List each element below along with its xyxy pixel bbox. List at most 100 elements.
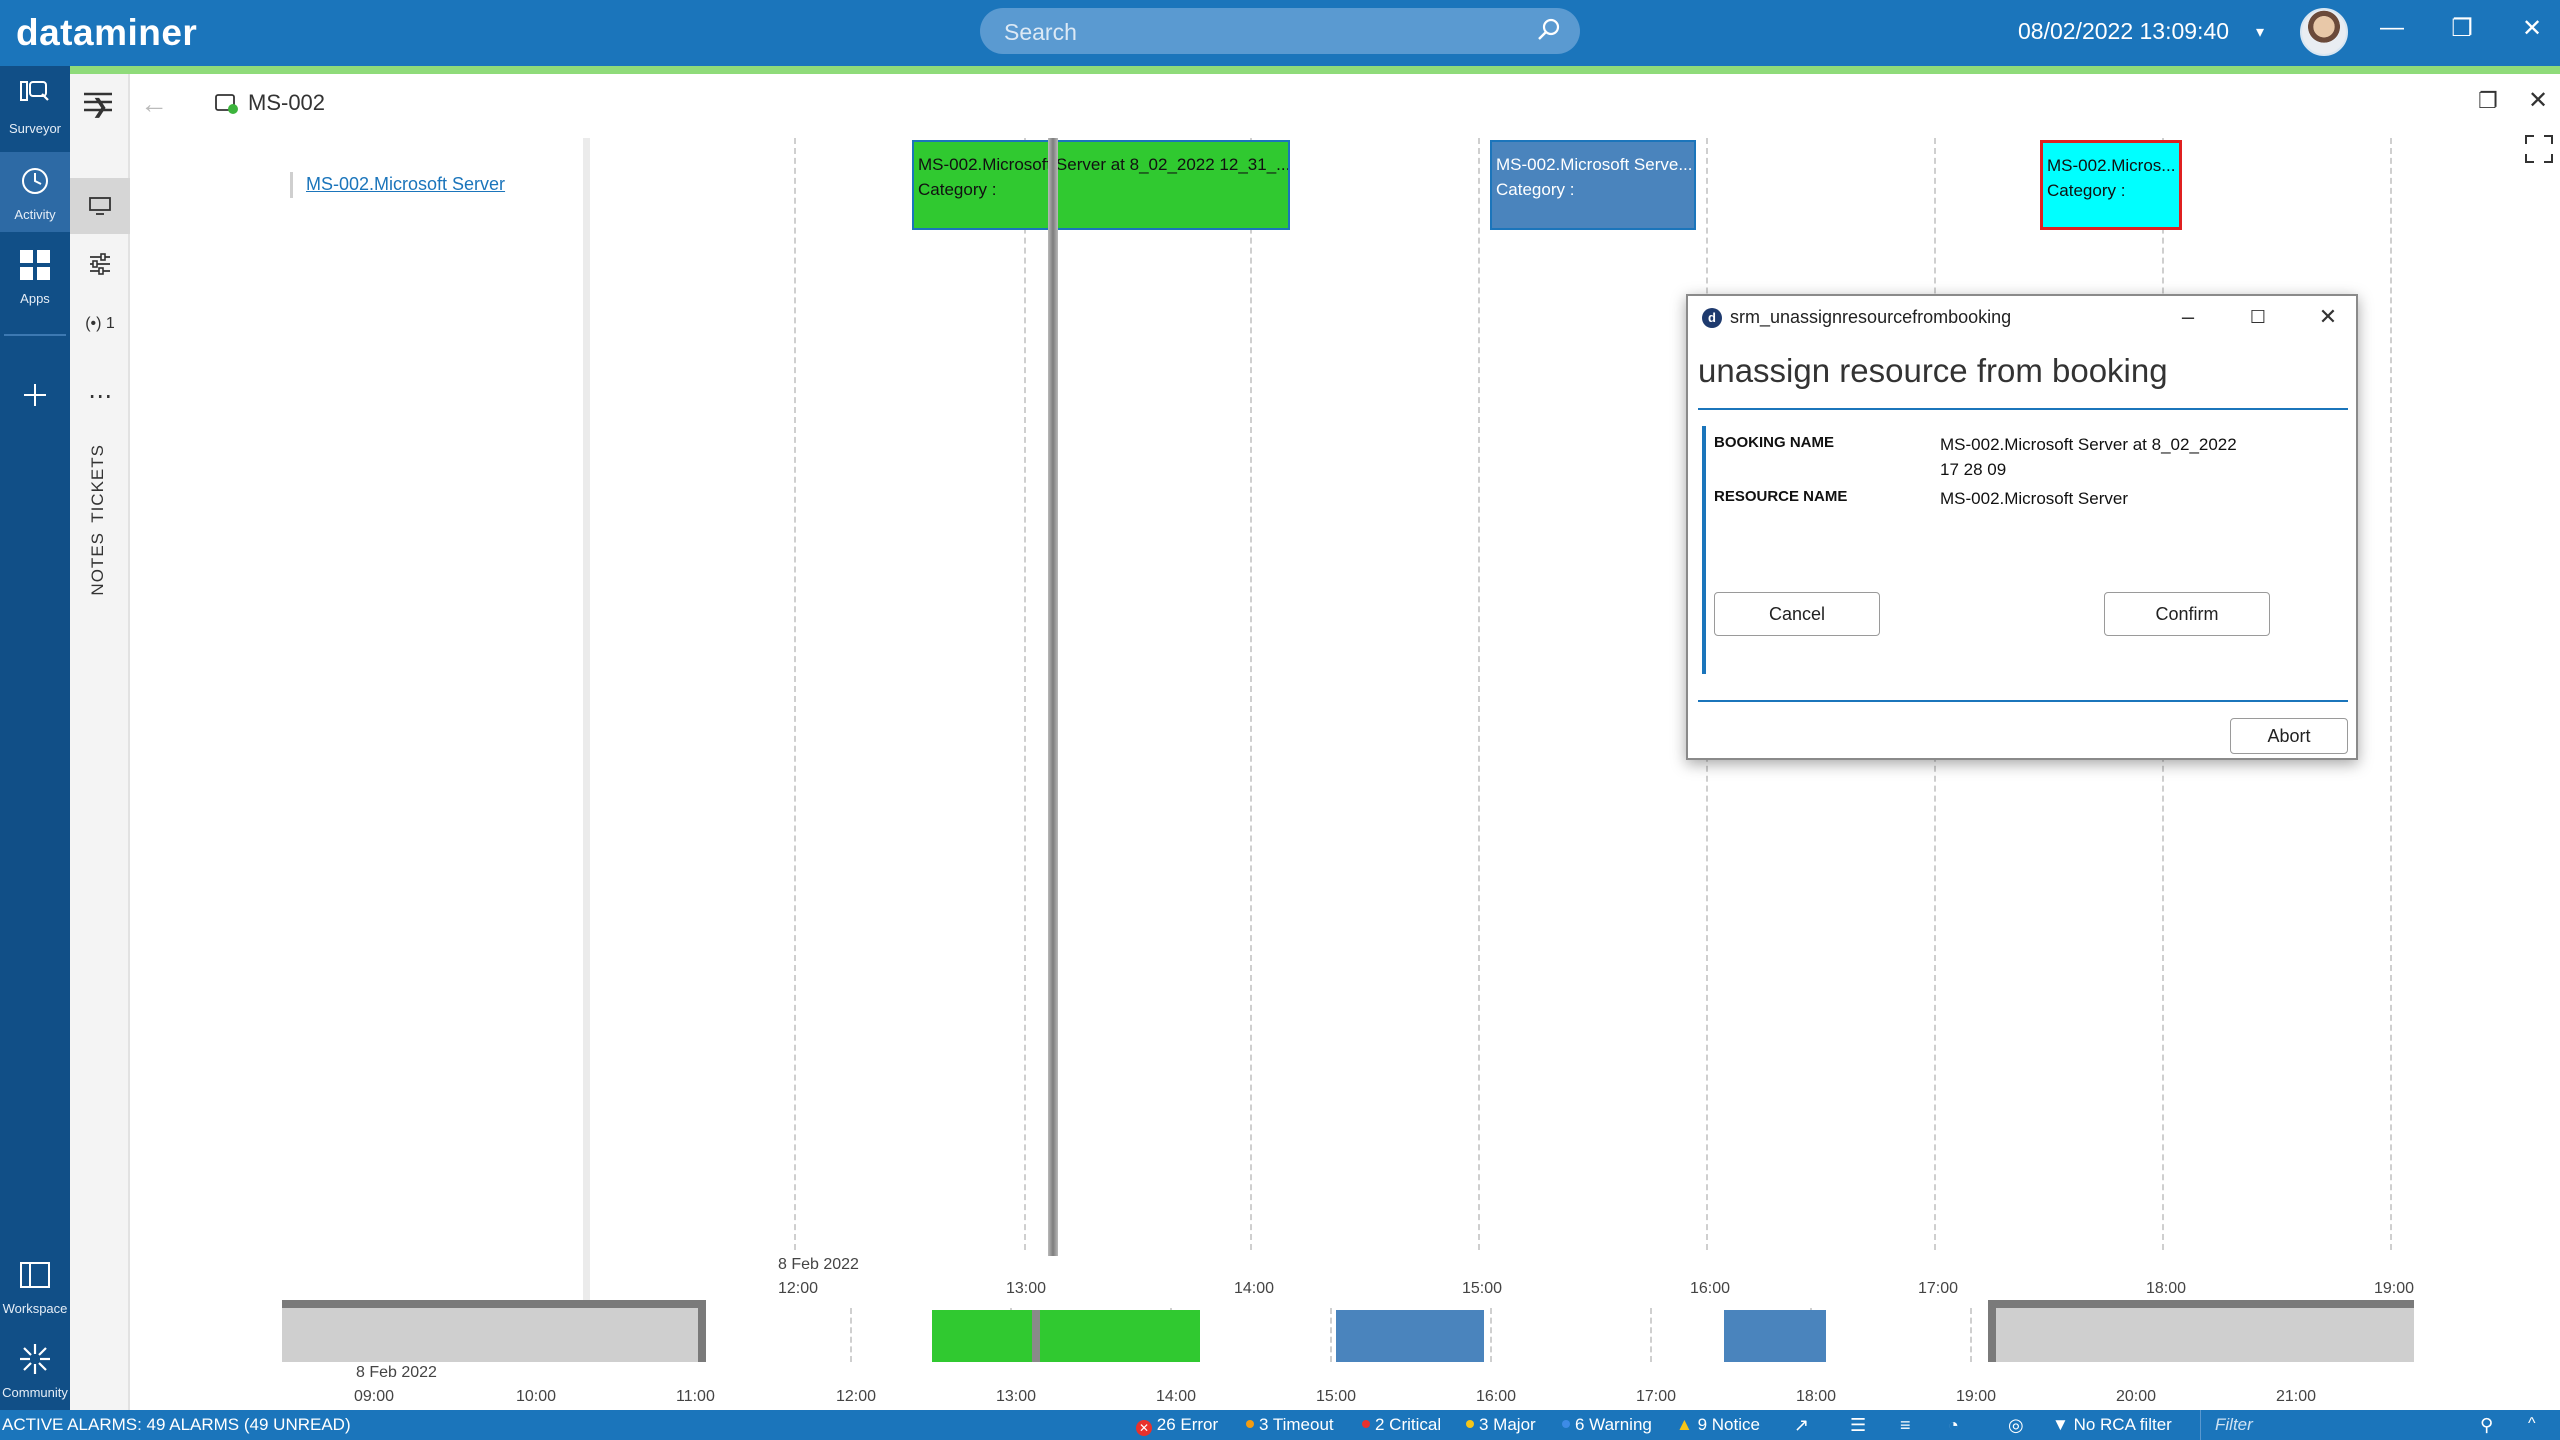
filter-search-icon[interactable]: ⚲	[2480, 1415, 2493, 1436]
overview-now-marker	[1032, 1310, 1040, 1362]
element-status-icon	[214, 92, 240, 121]
close-card-icon[interactable]: ✕	[2528, 86, 2548, 115]
trend-chart-icon[interactable]: ↗	[1794, 1415, 1809, 1436]
overview-booking[interactable]	[1724, 1310, 1826, 1362]
overview-handle-right[interactable]	[1988, 1300, 1996, 1362]
fullscreen-icon[interactable]	[2524, 134, 2554, 169]
chevron-down-icon[interactable]: ▾	[2256, 22, 2264, 42]
major-count[interactable]: 3 Major	[1466, 1415, 1536, 1435]
community-icon	[20, 1344, 50, 1374]
status-accent-line	[70, 66, 2560, 74]
booking-block[interactable]: MS-002.Micros... Category :	[2040, 140, 2182, 230]
overview-tick: 20:00	[2116, 1388, 2157, 1405]
app-logo[interactable]: dataminer	[16, 12, 197, 54]
chevron-up-icon[interactable]: ^	[2528, 1415, 2536, 1433]
resource-link[interactable]: MS-002.Microsoft Server	[306, 174, 505, 195]
error-count[interactable]: ✕ 26 Error	[1136, 1415, 1218, 1436]
booking-title: MS-002.Microsoft Serve...	[1496, 155, 1693, 174]
overview-tick: 15:00	[1316, 1388, 1357, 1405]
tab-notes[interactable]: NOTES	[88, 532, 108, 596]
overview-booking[interactable]	[932, 1310, 1200, 1362]
axis-date-label: 8 Feb 2022	[778, 1256, 859, 1273]
overview-tick: 12:00	[836, 1388, 877, 1405]
rail-item-workspace[interactable]: Workspace	[0, 1246, 70, 1326]
rail-item-surveyor[interactable]: Surveyor	[0, 66, 70, 146]
dialog-divider	[1698, 700, 2348, 702]
major-dot-icon	[1466, 1420, 1474, 1428]
booking-category: Category :	[1496, 180, 1575, 199]
tab-tickets[interactable]: TICKETS	[88, 444, 108, 523]
active-alarms-summary[interactable]: ACTIVE ALARMS: 49 ALARMS (49 UNREAD)	[2, 1415, 351, 1435]
timeout-dot-icon	[1246, 1420, 1254, 1428]
minimize-icon[interactable]: —	[2372, 14, 2412, 42]
booking-name-line: 17 28 09	[1940, 460, 2007, 479]
plus-icon	[24, 384, 46, 406]
back-arrow-icon[interactable]: ←	[140, 88, 168, 120]
dialog-maximize-icon[interactable]: ☐	[2238, 300, 2278, 334]
overview-grid-line	[1970, 1308, 1972, 1362]
workspace-icon	[20, 1262, 50, 1288]
overview-grid-line	[532, 1308, 534, 1362]
overview-tick: 18:00	[1796, 1388, 1837, 1405]
rca-target-icon[interactable]: ◎	[2008, 1415, 2024, 1436]
overview-grid-line	[2130, 1308, 2132, 1362]
overview-grid-line	[1650, 1308, 1652, 1362]
more-options-button[interactable]: ⋯	[70, 368, 130, 424]
add-app-button[interactable]	[0, 366, 70, 422]
overview-tick: 11:00	[676, 1388, 715, 1405]
current-time-marker	[1048, 138, 1058, 1256]
list-view-icon[interactable]: ☰	[1850, 1415, 1866, 1436]
major-count-label: 3 Major	[1479, 1415, 1536, 1434]
booking-category: Category :	[918, 180, 997, 199]
dialog-minimize-icon[interactable]: –	[2168, 300, 2208, 334]
booking-title: MS-002.Microsoft Server at 8_02_2022 12_…	[918, 155, 1290, 174]
notice-count-label: 9 Notice	[1697, 1415, 1760, 1434]
dialog-close-icon[interactable]: ✕	[2308, 300, 2348, 334]
avatar[interactable]	[2300, 8, 2348, 56]
rail-item-activity[interactable]: Activity	[0, 152, 70, 232]
overview-handle-left[interactable]	[698, 1300, 706, 1362]
grid-line	[1024, 138, 1026, 1250]
sort-icon[interactable]: ≡	[1900, 1415, 1911, 1436]
card-side-toolbar: ❯ (•) 1 ⋯	[70, 74, 130, 1410]
grid-line	[794, 138, 796, 1250]
overview-tick: 13:00	[996, 1388, 1037, 1405]
rca-filter[interactable]: ▼ No RCA filter	[2052, 1415, 2172, 1435]
broadcast-icon: (•)	[85, 315, 102, 332]
rail-item-apps[interactable]: Apps	[0, 236, 70, 316]
rail-label: Workspace	[2, 1301, 68, 1316]
monitoring-count-button[interactable]: (•) 1	[70, 296, 130, 352]
axis-tick: 19:00	[2374, 1280, 2415, 1297]
overview-booking[interactable]	[1336, 1310, 1484, 1362]
overview-grid-line	[1490, 1308, 1492, 1362]
timeout-count[interactable]: 3 Timeout	[1246, 1415, 1334, 1435]
search-placeholder: Search	[1004, 19, 1077, 45]
abort-button[interactable]: Abort	[2230, 718, 2348, 754]
critical-count[interactable]: 2 Critical	[1362, 1415, 1441, 1435]
sliders-icon	[90, 253, 110, 275]
pie-chart-icon[interactable]: ◔	[1948, 1415, 1959, 1436]
settings-sliders-button[interactable]	[70, 236, 130, 292]
booking-block[interactable]: MS-002.Microsoft Server at 8_02_2022 12_…	[912, 140, 1290, 230]
timeline-splitter[interactable]	[583, 138, 590, 1300]
notice-count[interactable]: ▲ 9 Notice	[1676, 1415, 1760, 1435]
booking-block[interactable]: MS-002.Microsoft Serve... Category :	[1490, 140, 1696, 230]
axis-tick: 12:00	[778, 1280, 819, 1297]
overview-tick: 17:00	[1636, 1388, 1677, 1405]
search-icon[interactable]	[1536, 17, 1562, 43]
rail-item-community[interactable]: Community	[0, 1330, 70, 1410]
warning-count[interactable]: 6 Warning	[1562, 1415, 1652, 1435]
overview-grid-line	[2290, 1308, 2292, 1362]
close-window-icon[interactable]: ✕	[2512, 14, 2552, 43]
alarm-filter-input[interactable]: Filter	[2200, 1410, 2500, 1440]
history-icon	[22, 168, 48, 194]
cancel-button[interactable]: Cancel	[1714, 592, 1880, 636]
grid-line	[2390, 138, 2392, 1250]
confirm-button[interactable]: Confirm	[2104, 592, 2270, 636]
search-input[interactable]: Search	[980, 8, 1580, 54]
monitor-view-button[interactable]	[70, 178, 130, 234]
hamburger-menu-button[interactable]	[82, 90, 118, 118]
detach-window-icon[interactable]: ❐	[2478, 88, 2498, 114]
restore-icon[interactable]: ❐	[2442, 14, 2482, 43]
apps-grid-icon	[20, 250, 50, 280]
